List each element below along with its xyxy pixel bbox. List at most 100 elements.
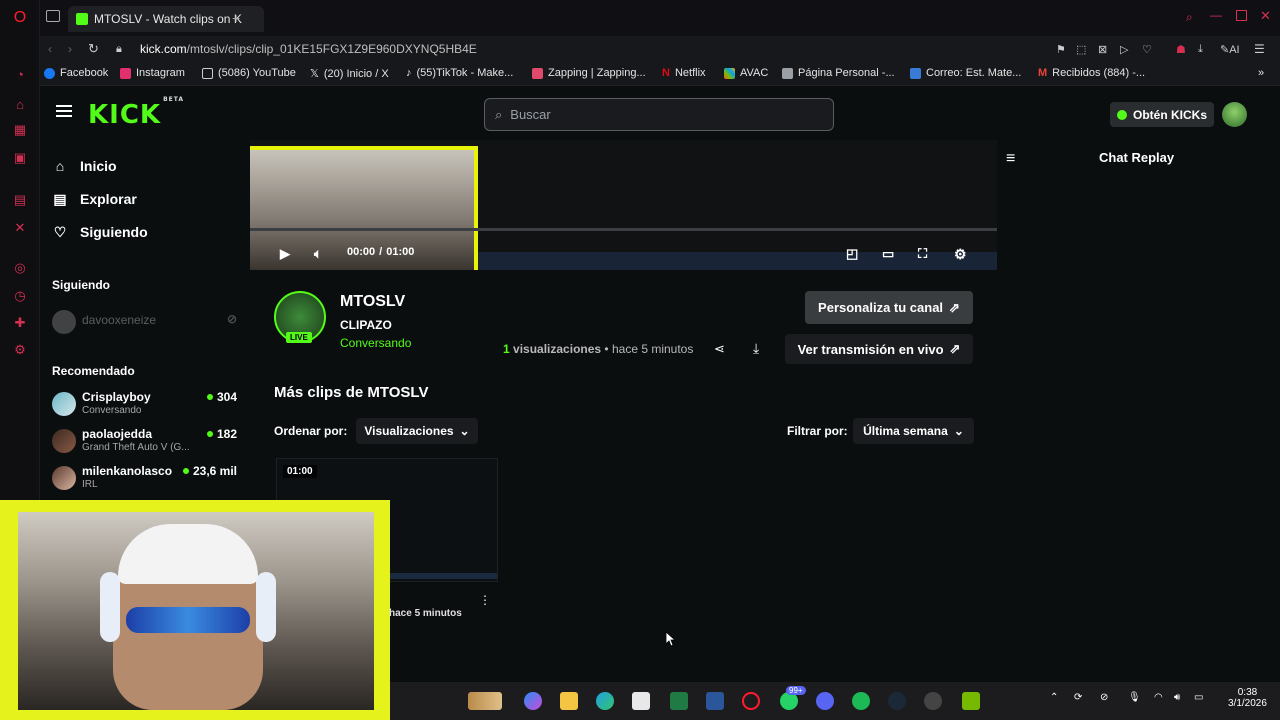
clock[interactable]: 0:38 3/1/2026 [1228,687,1267,709]
discord-icon[interactable] [816,692,834,710]
offline-icon: ⊘ [226,312,237,326]
get-kicks-button[interactable]: Obtén KICKs [1110,102,1214,127]
customize-channel-button[interactable]: Personaliza tu canal ⇗ [805,291,973,324]
copilot-icon[interactable] [524,692,542,710]
settings-icon[interactable]: ⚙ [954,246,967,263]
search-tabs-icon[interactable]: ⌕ [1186,10,1193,25]
nav-explorar[interactable]: ▤ Explorar [52,191,137,208]
spotify-icon[interactable] [852,692,870,710]
minimize-icon[interactable]: — [1210,8,1222,22]
bag-icon[interactable]: ⌂ [12,96,28,112]
recommended-item[interactable]: paolaojedda Grand Theft Auto V (G... 182 [52,427,237,457]
url-domain: kick.com [140,42,187,56]
tray-overflow-icon[interactable]: ⌃ [1050,692,1058,703]
channel-name[interactable]: MTOSLV [340,293,405,311]
reload-icon[interactable]: ↻ [88,41,99,57]
opera-logo-icon[interactable]: O [12,9,28,26]
recommended-item[interactable]: Crisplayboy Conversando 304 [52,390,237,420]
menu-icon[interactable]: ☰ [1254,42,1265,56]
settings-icon[interactable]: ⚙ [12,342,28,358]
back-icon[interactable]: ‹ [48,42,52,56]
widgets-icon[interactable] [468,692,502,710]
excel-icon[interactable] [670,692,688,710]
bookmarks-overflow-icon[interactable]: » [1258,67,1264,79]
nav-inicio[interactable]: ⌂ Inicio [52,158,117,174]
snapshot-icon[interactable]: ⬚ [1076,43,1086,56]
aria-icon[interactable]: ◔ [12,66,28,82]
bookmark-avac[interactable]: AVAC [724,67,768,79]
nav-label: Explorar [80,191,137,207]
account-icon[interactable]: ☗ [1176,43,1186,56]
crypto-icon[interactable]: ▦ [12,122,28,138]
video-player[interactable]: ▶ 🔈︎ 00:00 / 01:00 ◰ ▭ ⛶ ⚙ [250,140,997,270]
steam-icon[interactable] [888,692,906,710]
recommended-item[interactable]: milenkanolasco IRL 23,6 mil [52,464,237,494]
messenger-icon[interactable]: ▣ [12,150,28,166]
word-icon[interactable] [706,692,724,710]
network-off-icon[interactable]: ⊘ [1100,692,1108,703]
bookmark-correo[interactable]: Correo: Est. Mate... [910,67,1021,79]
share-icon[interactable]: ⋖ [714,341,725,357]
collapse-chat-icon[interactable]: ≡ [1006,150,1015,168]
wifi-icon[interactable]: ◠ [1154,692,1163,703]
filter-dropdown[interactable]: Última semana ⌄ [853,418,974,444]
close-window-icon[interactable]: ✕ [1260,8,1271,24]
nvidia-icon[interactable] [962,692,980,710]
bookmark-zapping[interactable]: Zapping | Zapping... [532,67,646,79]
mic-icon[interactable]: 🎙︎ [1128,692,1141,703]
forward-icon[interactable]: › [68,42,72,56]
maximize-icon[interactable] [1236,10,1247,21]
recommended-heading: Recomendado [52,364,135,378]
history-icon[interactable]: ◷ [12,288,28,304]
bookmark-netflix[interactable]: N Netflix [662,67,706,79]
bookmark-youtube[interactable]: (5086) YouTube [202,67,296,79]
sort-dropdown[interactable]: Visualizaciones ⌄ [356,418,478,444]
heart-icon[interactable]: ♡ [1142,43,1152,56]
play-button[interactable]: ▶ [280,246,290,262]
obs-icon[interactable] [924,692,942,710]
channel-category[interactable]: Conversando [340,336,411,350]
play-icon[interactable]: ▷ [1120,43,1128,56]
kick-logo[interactable]: KICKBETA [88,96,183,130]
theater-mode-icon[interactable]: ▭ [882,246,894,262]
twitch-icon[interactable]: ▤ [12,192,28,208]
address-bar[interactable]: ‹ › ↻ 🔒︎ kick.com/mtoslv/clips/clip_01KE… [40,36,1280,62]
volume-icon[interactable]: 🔈︎ [314,246,322,262]
x-icon[interactable]: ✕ [12,220,28,236]
bookmark-facebook[interactable]: Facebook [44,67,108,79]
search-input[interactable]: ⌕ Buscar [484,98,834,131]
extensions-icon[interactable]: ✚ [12,315,28,331]
clip-duration: 01:00 [283,465,317,478]
edge-icon[interactable] [596,692,614,710]
volume-icon[interactable]: 🔊︎ [1174,692,1180,703]
ai-icon[interactable]: ✎AI [1220,43,1240,56]
adblock-icon[interactable]: ⊠ [1098,43,1107,56]
new-tab-icon[interactable]: + [232,10,240,26]
user-avatar[interactable] [1222,102,1247,127]
nav-siguiendo[interactable]: ♡ Siguiendo [52,224,148,241]
bookmark-tiktok[interactable]: ♪ (55)TikTok - Make... [406,67,513,79]
progress-bar[interactable] [250,228,997,231]
pip-icon[interactable]: ◰ [846,246,858,262]
bookmark-gmail[interactable]: M Recibidos (884) -... [1038,67,1145,79]
url-text[interactable]: kick.com/mtoslv/clips/clip_01KE15FGX1Z9E… [140,42,477,56]
file-explorer-icon[interactable] [560,692,578,710]
store-icon[interactable] [632,692,650,710]
bookmark-pagina-personal[interactable]: Página Personal -... [782,67,895,79]
opera-taskbar-icon[interactable] [742,692,760,710]
battery-icon[interactable]: ▭ [1194,692,1203,703]
hamburger-menu-icon[interactable] [56,105,72,117]
clip-more-icon[interactable]: ⋮ [479,593,491,607]
download-icon[interactable]: ⤓ [1198,43,1203,56]
download-icon[interactable]: ⤓ [753,340,759,357]
bookmark-instagram[interactable]: Instagram [120,67,185,79]
tab-menu-icon[interactable] [46,10,60,22]
watch-live-button[interactable]: Ver transmisión en vivo ⇗ [785,334,973,364]
bookmark-add-icon[interactable]: ⚑ [1056,43,1066,56]
fullscreen-icon[interactable]: ⛶ [918,246,927,262]
bookmark-x[interactable]: 𝕏 (20) Inicio / X [310,67,389,81]
player-icon[interactable]: ◎ [12,260,28,276]
following-item[interactable]: davooxeneize ⊘ [52,308,237,338]
sync-icon[interactable]: ⟳ [1074,692,1082,703]
kick-header: KICKBETA ⌕ Buscar Obtén KICKs [40,86,1280,144]
